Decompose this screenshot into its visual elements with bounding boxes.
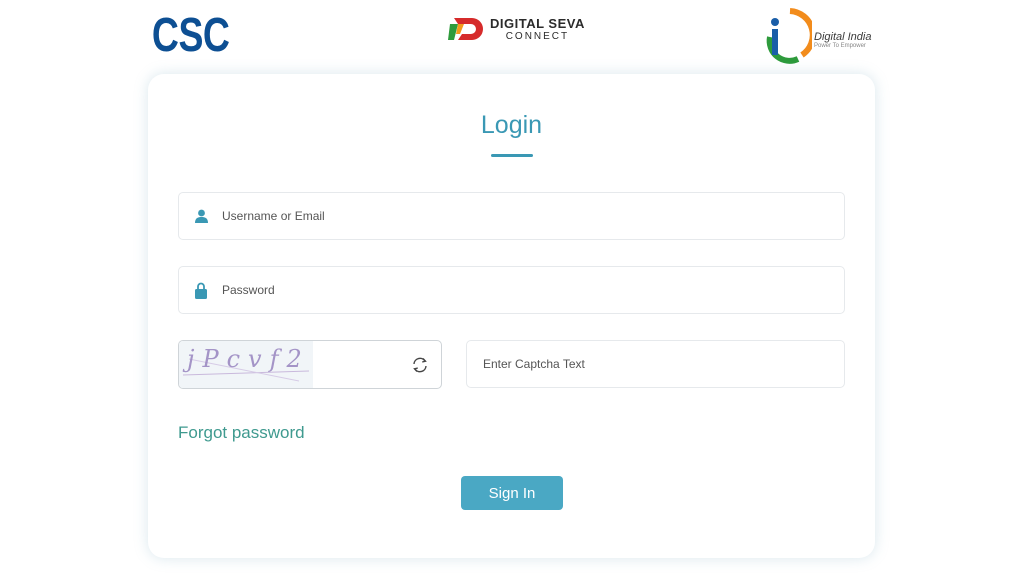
digital-seva-logo: DIGITAL SEVA CONNECT bbox=[448, 12, 585, 46]
captcha-text: jPcvf2 bbox=[187, 345, 310, 373]
title-underline bbox=[491, 154, 533, 157]
login-card: Login jPcvf2 bbox=[148, 74, 875, 558]
user-icon bbox=[194, 208, 208, 224]
password-input[interactable] bbox=[220, 282, 844, 298]
digital-seva-subtitle: CONNECT bbox=[505, 30, 570, 42]
digital-india-emblem-icon bbox=[766, 8, 812, 64]
captcha-field[interactable] bbox=[466, 340, 845, 388]
forgot-password-link[interactable]: Forgot password bbox=[178, 423, 305, 443]
username-input[interactable] bbox=[220, 208, 844, 224]
csc-logo-letter: C bbox=[151, 9, 179, 62]
username-field[interactable] bbox=[178, 192, 845, 240]
refresh-icon bbox=[413, 357, 427, 373]
csc-logo: C S C bbox=[148, 9, 230, 62]
login-title: Login bbox=[480, 111, 543, 139]
sign-in-button[interactable]: Sign In bbox=[461, 476, 563, 510]
csc-logo-letter: C bbox=[202, 9, 230, 62]
digital-india-tagline: Power To Empower bbox=[814, 43, 866, 49]
captcha-box: jPcvf2 bbox=[178, 340, 442, 389]
digital-india-title: Digital India bbox=[814, 31, 872, 43]
csc-logo-letter: S bbox=[178, 9, 204, 62]
captcha-image: jPcvf2 bbox=[179, 341, 313, 388]
captcha-input[interactable] bbox=[481, 356, 844, 372]
lock-icon bbox=[194, 282, 208, 299]
digital-seva-emblem-icon bbox=[448, 18, 483, 40]
digital-india-logo: Digital India Power To Empower bbox=[762, 6, 871, 66]
password-field[interactable] bbox=[178, 266, 845, 314]
digital-seva-title: DIGITAL SEVA bbox=[490, 15, 585, 31]
refresh-captcha-button[interactable] bbox=[411, 356, 429, 374]
